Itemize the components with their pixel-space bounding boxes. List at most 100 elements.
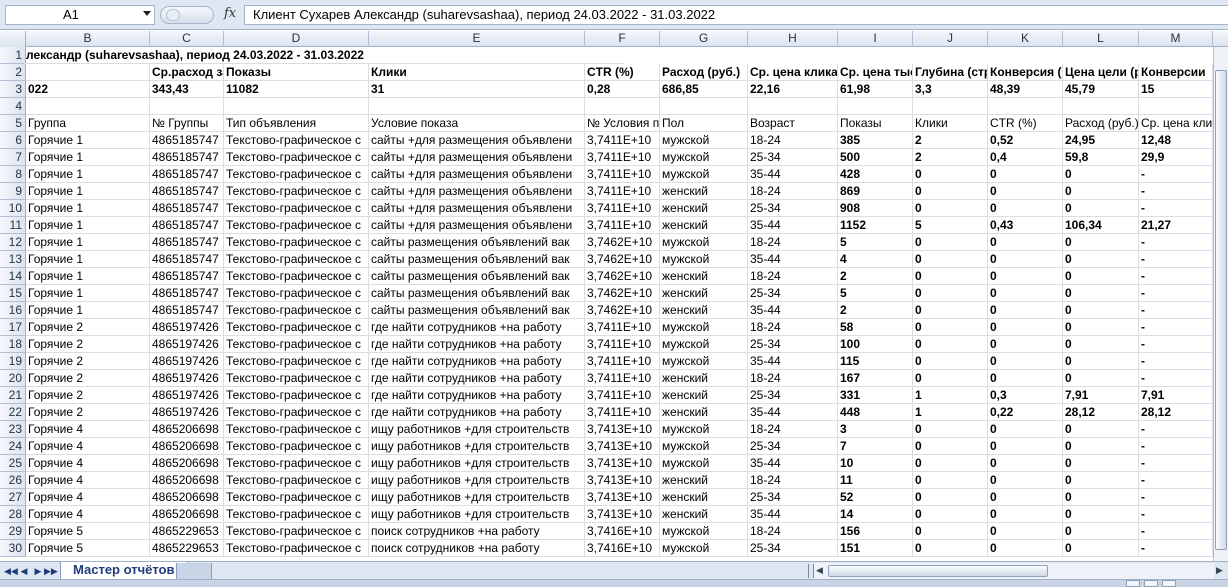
cell[interactable]: 35-44 <box>748 217 838 234</box>
cell[interactable]: 0 <box>988 336 1063 353</box>
cell[interactable]: 0 <box>988 472 1063 489</box>
cell[interactable]: Конверсия (% <box>988 64 1063 81</box>
cell[interactable]: 0 <box>988 268 1063 285</box>
row-header[interactable]: 17 <box>0 319 26 336</box>
cell[interactable]: - <box>1139 540 1213 557</box>
next-sheet-icon[interactable]: ▶ <box>32 565 44 577</box>
row-header[interactable]: 30 <box>0 540 26 557</box>
cell[interactable]: - <box>1139 472 1213 489</box>
cell[interactable]: 4865185747 <box>150 183 224 200</box>
row-header[interactable]: 15 <box>0 285 26 302</box>
cell[interactable]: 4865185747 <box>150 132 224 149</box>
cell[interactable]: 24,95 <box>1063 132 1139 149</box>
cell[interactable]: 3,7411E+10 <box>585 336 660 353</box>
cell[interactable]: 0 <box>1063 421 1139 438</box>
row-header[interactable]: 28 <box>0 506 26 523</box>
cell[interactable]: 3,7413E+10 <box>585 438 660 455</box>
cell[interactable] <box>988 98 1063 115</box>
cell[interactable]: 0 <box>988 183 1063 200</box>
cell[interactable]: 0 <box>913 319 988 336</box>
column-header-l[interactable]: L <box>1063 31 1139 47</box>
cell[interactable]: 3,7411E+10 <box>585 370 660 387</box>
cell[interactable]: 0 <box>1063 370 1139 387</box>
cell[interactable]: мужской <box>660 319 748 336</box>
cell[interactable]: сайты размещения объявлений вак <box>369 268 585 285</box>
cell[interactable]: 4865185747 <box>150 166 224 183</box>
cell[interactable]: Текстово-графическое с <box>224 438 369 455</box>
cell[interactable]: 4865197426 <box>150 336 224 353</box>
cell[interactable]: 35-44 <box>748 166 838 183</box>
cell[interactable]: сайты +для размещения объявлени <box>369 183 585 200</box>
row-header[interactable]: 20 <box>0 370 26 387</box>
cell[interactable]: Горячие 2 <box>26 336 150 353</box>
cell[interactable]: 0 <box>1063 523 1139 540</box>
cell[interactable]: женский <box>660 200 748 217</box>
cell[interactable]: Цена цели (р <box>1063 64 1139 81</box>
cell[interactable]: 0 <box>1063 285 1139 302</box>
row-header[interactable]: 10 <box>0 200 26 217</box>
cell[interactable]: 100 <box>838 336 913 353</box>
row-header[interactable]: 6 <box>0 132 26 149</box>
cell[interactable]: CTR (%) <box>585 64 660 81</box>
formula-input[interactable]: Клиент Сухарев Александр (suharevsashaa)… <box>244 5 1228 25</box>
cell[interactable]: женский <box>660 472 748 489</box>
cell[interactable]: Горячие 2 <box>26 353 150 370</box>
row-header[interactable]: 21 <box>0 387 26 404</box>
cell[interactable]: Горячие 1 <box>26 251 150 268</box>
cell[interactable]: 0 <box>1063 166 1139 183</box>
cell[interactable]: 4865185747 <box>150 268 224 285</box>
cell[interactable]: Ср. цена клика <box>748 64 838 81</box>
cell[interactable]: Ср. цена тыс <box>838 64 913 81</box>
row-header[interactable]: 24 <box>0 438 26 455</box>
cell[interactable]: женский <box>660 285 748 302</box>
cell[interactable]: 0 <box>1063 472 1139 489</box>
row-header[interactable]: 3 <box>0 81 26 98</box>
cell[interactable]: 0 <box>913 353 988 370</box>
cell[interactable]: 25-34 <box>748 149 838 166</box>
cell[interactable]: 4865229653 <box>150 523 224 540</box>
cell[interactable]: - <box>1139 200 1213 217</box>
cell[interactable]: 151 <box>838 540 913 557</box>
cell[interactable]: Текстово-графическое с <box>224 404 369 421</box>
cell[interactable]: 4865206698 <box>150 506 224 523</box>
cell[interactable]: 10 <box>838 455 913 472</box>
cell[interactable]: 61,98 <box>838 81 913 98</box>
cell[interactable]: Текстово-графическое с <box>224 387 369 404</box>
cell[interactable]: - <box>1139 506 1213 523</box>
cell[interactable]: 0 <box>988 200 1063 217</box>
cell[interactable]: 0,4 <box>988 149 1063 166</box>
cell[interactable]: 0 <box>1063 302 1139 319</box>
cell[interactable]: поиск сотрудников +на работу <box>369 540 585 557</box>
cell[interactable]: Текстово-графическое с <box>224 319 369 336</box>
cell[interactable]: мужской <box>660 438 748 455</box>
cell[interactable]: Текстово-графическое с <box>224 183 369 200</box>
row-header[interactable]: 27 <box>0 489 26 506</box>
cell[interactable]: Горячие 5 <box>26 523 150 540</box>
cell[interactable]: 3,7411E+10 <box>585 353 660 370</box>
cell[interactable]: 29,9 <box>1139 149 1213 166</box>
cell[interactable]: 0 <box>988 353 1063 370</box>
column-header-d[interactable]: D <box>224 31 369 47</box>
column-header-g[interactable]: G <box>660 31 748 47</box>
cell[interactable]: 5 <box>913 217 988 234</box>
cell[interactable]: 156 <box>838 523 913 540</box>
cell[interactable]: Текстово-графическое с <box>224 268 369 285</box>
cell[interactable]: 0 <box>1063 489 1139 506</box>
cell[interactable]: мужской <box>660 353 748 370</box>
cell[interactable]: - <box>1139 421 1213 438</box>
cell[interactable]: Глубина (стр <box>913 64 988 81</box>
cell[interactable]: - <box>1139 455 1213 472</box>
cell[interactable]: 18-24 <box>748 268 838 285</box>
cell[interactable]: 4865185747 <box>150 217 224 234</box>
cell[interactable]: 3,7462E+10 <box>585 234 660 251</box>
row-header[interactable]: 11 <box>0 217 26 234</box>
cell[interactable]: 500 <box>838 149 913 166</box>
cell[interactable]: 0 <box>988 302 1063 319</box>
cell[interactable]: 331 <box>838 387 913 404</box>
cell[interactable] <box>660 98 748 115</box>
cell[interactable]: Текстово-графическое с <box>224 353 369 370</box>
cell[interactable]: женский <box>660 404 748 421</box>
cell[interactable]: мужской <box>660 523 748 540</box>
cell[interactable]: - <box>1139 302 1213 319</box>
cell[interactable]: 0 <box>913 489 988 506</box>
